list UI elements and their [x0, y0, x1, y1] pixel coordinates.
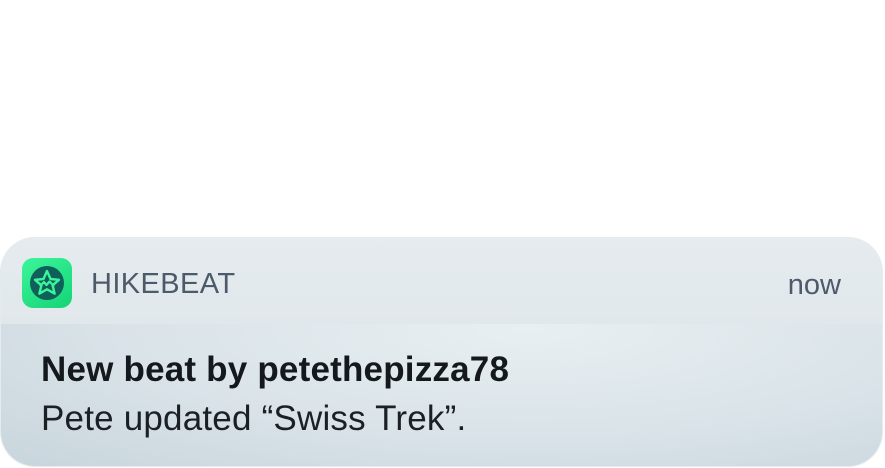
- notification-title: New beat by petethepizza78: [41, 350, 510, 389]
- notification-header: HIKEBEAT now: [1, 238, 882, 324]
- notification-body: New beat by petethepizza78 Pete updated …: [1, 324, 882, 466]
- notification-message: Pete updated “Swiss Trek”.: [41, 399, 467, 438]
- screen: HIKEBEAT now New beat by petethepizza78 …: [0, 0, 885, 468]
- notification-banner[interactable]: HIKEBEAT now New beat by petethepizza78 …: [1, 238, 882, 466]
- hikebeat-app-icon: [22, 258, 72, 308]
- notification-timestamp: now: [787, 269, 841, 301]
- app-name: HIKEBEAT: [91, 268, 236, 300]
